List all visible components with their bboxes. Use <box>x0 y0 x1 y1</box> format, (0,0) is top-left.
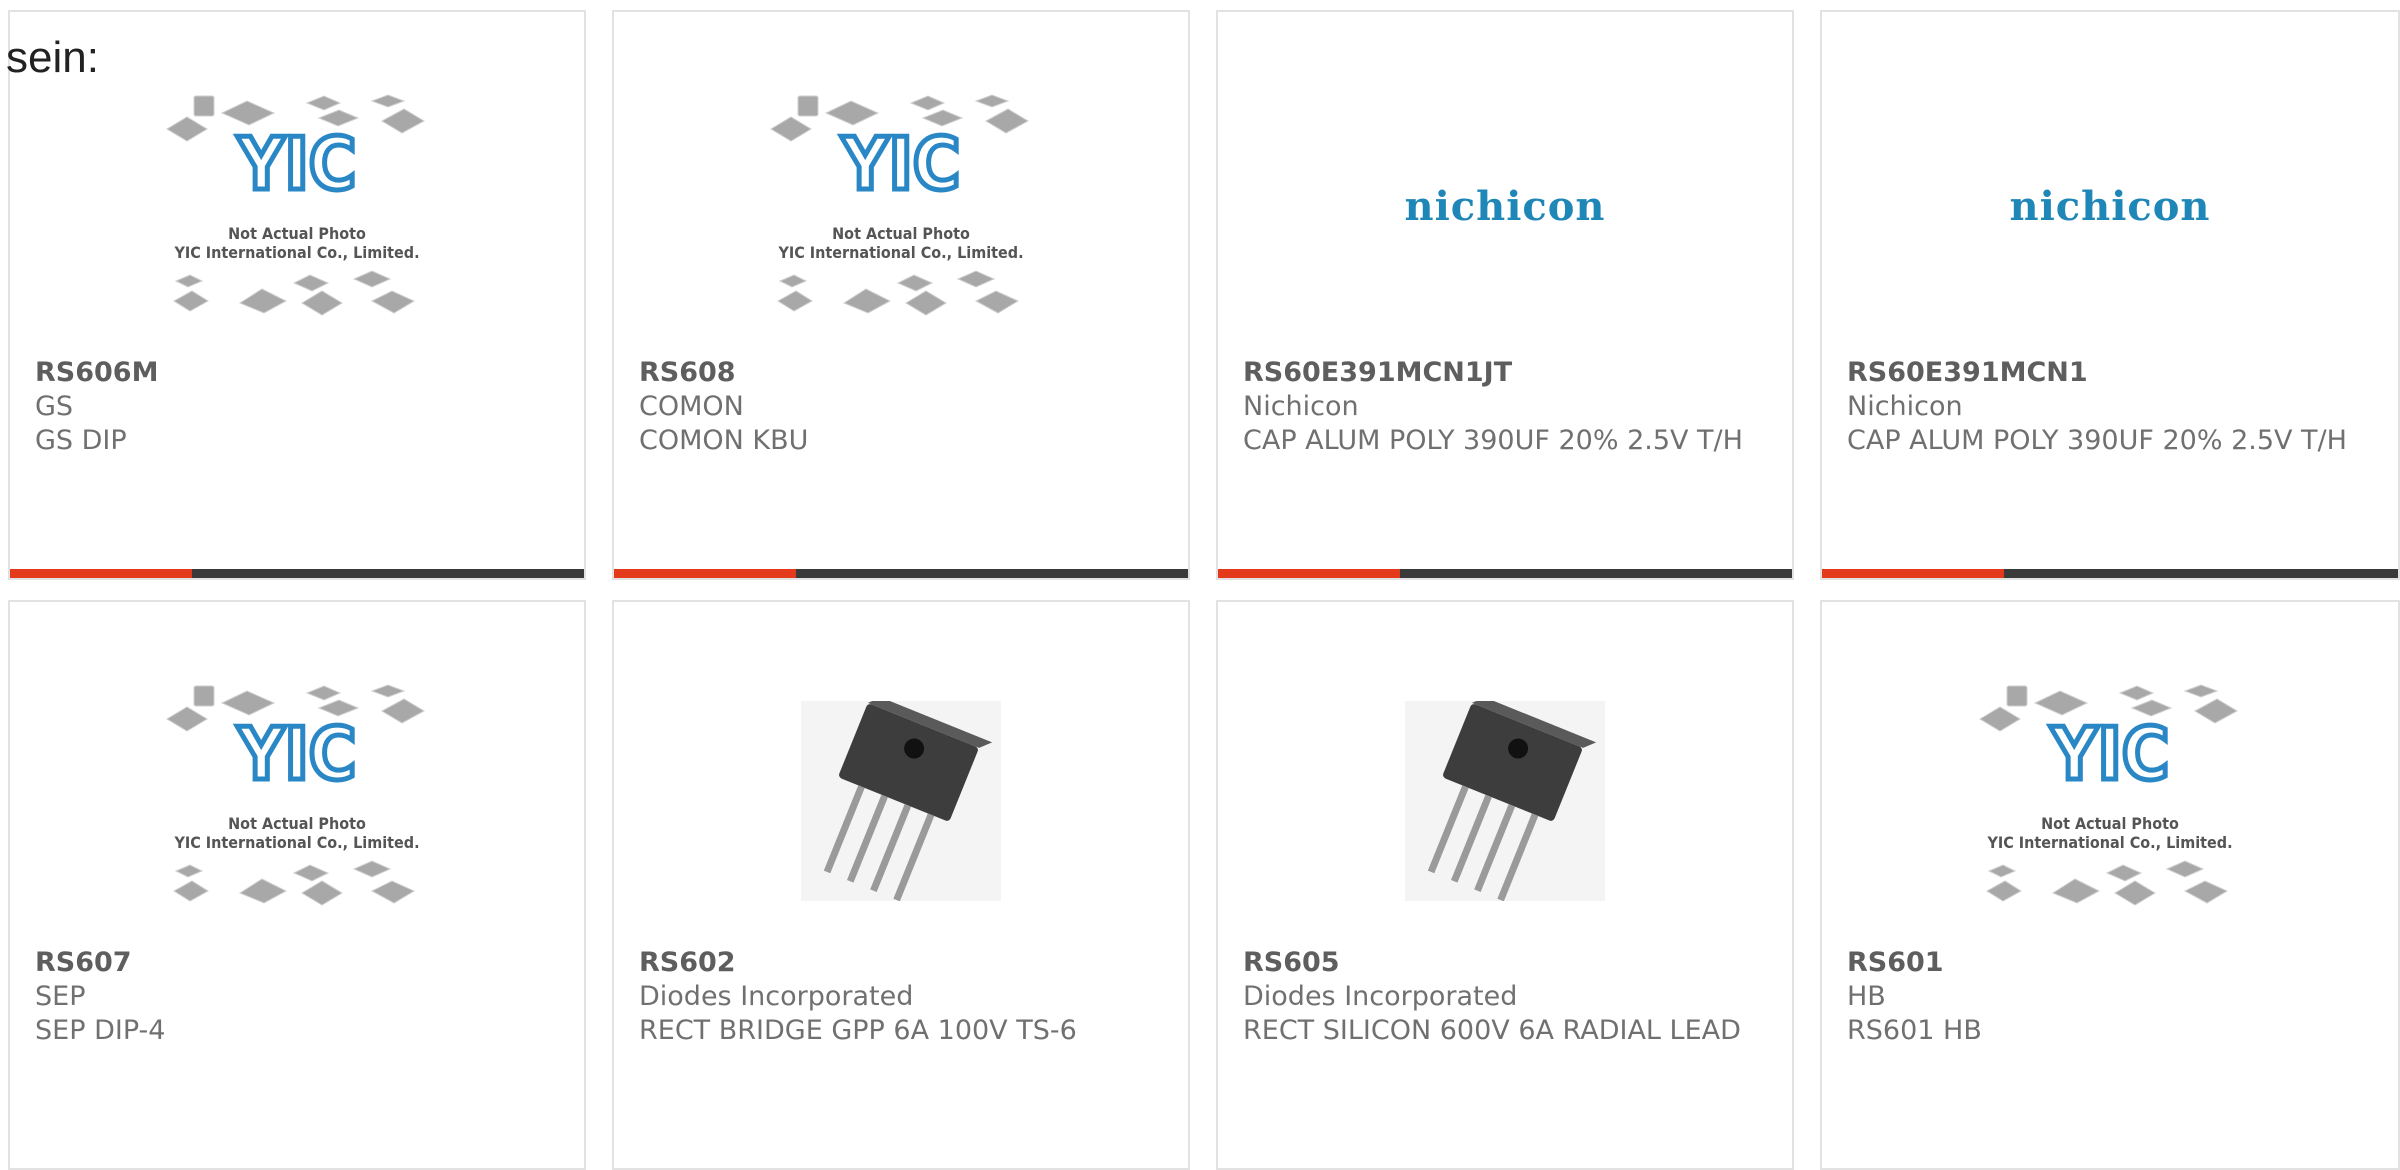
product-card[interactable]: nichicon RS60E391MCN1JT Nichicon CAP ALU… <box>1216 10 1794 580</box>
yic-logo-text: YIC <box>237 712 357 796</box>
nichicon-logo: nichicon <box>1404 182 1606 230</box>
product-card[interactable]: YIC Not Actual Photo YIC International C… <box>8 10 586 580</box>
card-bar <box>1218 569 1792 578</box>
yic-placeholder-image: YIC Not Actual Photo YIC International C… <box>770 94 1030 316</box>
description: RS601 HB <box>1847 1015 1982 1046</box>
placeholder-line2: YIC International Co., Limited. <box>1986 833 2232 852</box>
product-image[interactable]: YIC Not Actual Photo YIC International C… <box>10 656 584 946</box>
part-number-link[interactable]: RS60E391MCN1 <box>1847 356 2378 390</box>
manufacturer: Nichicon <box>1243 391 1359 422</box>
description: RECT BRIDGE GPP 6A 100V TS-6 <box>639 1015 1077 1046</box>
part-number-link[interactable]: RS607 <box>35 946 564 980</box>
manufacturer: COMON <box>639 391 744 422</box>
description: GS DIP <box>35 425 127 456</box>
yic-placeholder-image: YIC Not Actual Photo YIC International C… <box>166 94 426 316</box>
part-number-link[interactable]: RS608 <box>639 356 1168 390</box>
part-number-link[interactable]: RS602 <box>639 946 1168 980</box>
description: CAP ALUM POLY 390UF 20% 2.5V T/H <box>1847 425 2347 456</box>
manufacturer: SEP <box>35 981 86 1012</box>
card-bar <box>10 569 584 578</box>
card-bar-accent <box>1822 569 2004 578</box>
card-bar-accent <box>614 569 796 578</box>
description: CAP ALUM POLY 390UF 20% 2.5V T/H <box>1243 425 1743 456</box>
product-card[interactable]: YIC Not Actual Photo YIC International C… <box>8 600 586 1170</box>
yic-logo-text: YIC <box>841 122 961 206</box>
product-image[interactable] <box>1218 656 1792 946</box>
intro-text: sein: <box>6 33 99 82</box>
nichicon-logo: nichicon <box>2009 182 2211 230</box>
manufacturer: GS <box>35 391 74 422</box>
part-number-link[interactable]: RS606M <box>35 356 564 390</box>
product-card[interactable]: RS605 Diodes Incorporated RECT SILICON 6… <box>1216 600 1794 1170</box>
description: SEP DIP-4 <box>35 1015 166 1046</box>
manufacturer: Nichicon <box>1847 391 1963 422</box>
product-image[interactable]: YIC Not Actual Photo YIC International C… <box>614 66 1188 356</box>
placeholder-line2: YIC International Co., Limited. <box>173 833 419 852</box>
product-image[interactable]: YIC Not Actual Photo YIC International C… <box>1822 656 2398 946</box>
part-number-link[interactable]: RS605 <box>1243 946 1772 980</box>
yic-placeholder-image: YIC Not Actual Photo YIC International C… <box>166 684 426 906</box>
yic-logo-text: YIC <box>2050 712 2170 796</box>
product-image[interactable]: YIC Not Actual Photo YIC International C… <box>10 66 584 356</box>
description: RECT SILICON 600V 6A RADIAL LEAD <box>1243 1015 1741 1046</box>
placeholder-line1: Not Actual Photo <box>2041 814 2179 833</box>
description: COMON KBU <box>639 425 809 456</box>
card-bar <box>614 569 1188 578</box>
product-image[interactable] <box>614 656 1188 946</box>
product-image[interactable]: nichicon <box>1218 66 1792 356</box>
card-bar <box>1822 569 2398 578</box>
product-card[interactable]: nichicon RS60E391MCN1 Nichicon CAP ALUM … <box>1820 10 2400 580</box>
bridge-rectifier-image <box>1405 701 1605 901</box>
yic-logo-text: YIC <box>237 122 357 206</box>
part-number-link[interactable]: RS60E391MCN1JT <box>1243 356 1772 390</box>
product-card[interactable]: YIC Not Actual Photo YIC International C… <box>1820 600 2400 1170</box>
product-image[interactable]: nichicon <box>1822 66 2398 356</box>
placeholder-line2: YIC International Co., Limited. <box>173 243 419 262</box>
manufacturer: HB <box>1847 981 1886 1012</box>
placeholder-line2: YIC International Co., Limited. <box>777 243 1023 262</box>
placeholder-line1: Not Actual Photo <box>832 224 970 243</box>
yic-placeholder-image: YIC Not Actual Photo YIC International C… <box>1979 684 2239 906</box>
placeholder-line1: Not Actual Photo <box>228 224 366 243</box>
manufacturer: Diodes Incorporated <box>639 981 914 1012</box>
manufacturer: Diodes Incorporated <box>1243 981 1518 1012</box>
product-card[interactable]: YIC Not Actual Photo YIC International C… <box>612 10 1190 580</box>
placeholder-line1: Not Actual Photo <box>228 814 366 833</box>
card-bar-accent <box>10 569 192 578</box>
card-bar-accent <box>1218 569 1400 578</box>
part-number-link[interactable]: RS601 <box>1847 946 2378 980</box>
product-card[interactable]: RS602 Diodes Incorporated RECT BRIDGE GP… <box>612 600 1190 1170</box>
bridge-rectifier-image <box>801 701 1001 901</box>
